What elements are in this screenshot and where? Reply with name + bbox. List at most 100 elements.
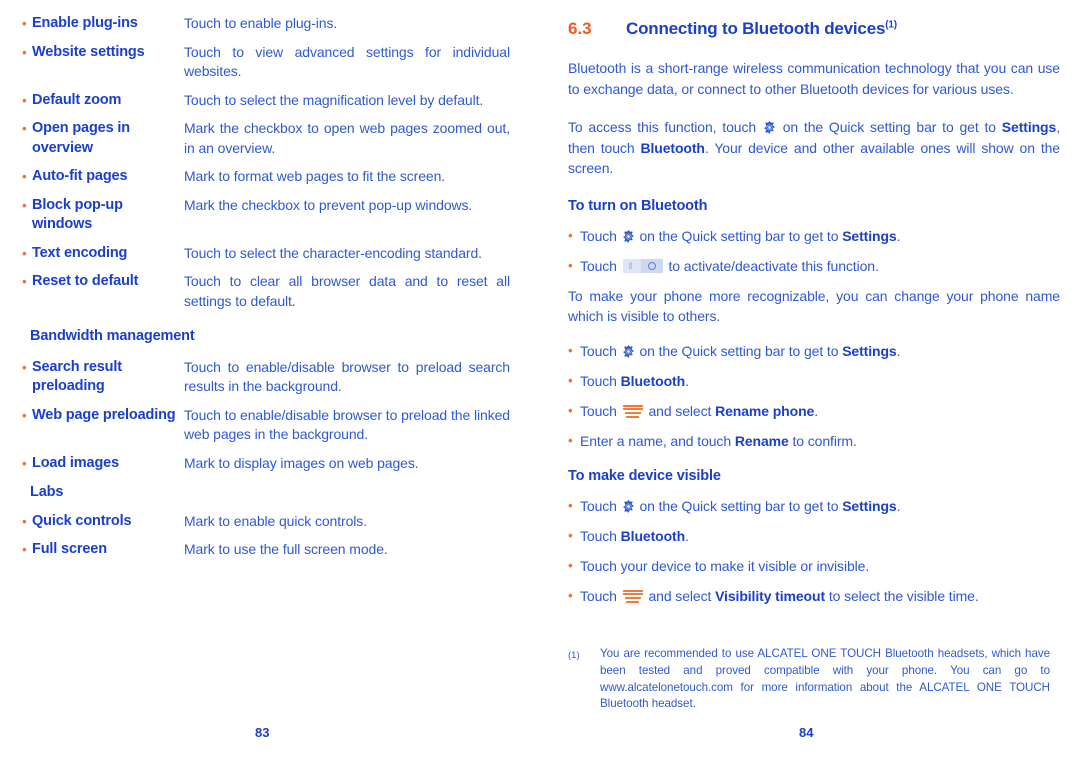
footnote-text: You are recommended to use ALCATEL ONE T… (600, 647, 1050, 711)
bullet-icon: • (22, 542, 27, 557)
step-text: Touch on the Quick setting bar to get to… (580, 342, 901, 359)
bullet-icon: • (22, 513, 27, 529)
left-page: • Enable plug-ins Touch to enable plug-ins… (0, 0, 540, 767)
toggle-switch-icon[interactable]: ‖ (622, 258, 663, 273)
bandwidth-management-list: • Search result preloading Touch to enable… (22, 358, 510, 474)
step-emphasis: Visibility timeout (715, 587, 826, 604)
setting-name[interactable]: Enable plug-ins (32, 14, 184, 34)
bullet-icon: • (22, 169, 27, 184)
bullet-icon: • (22, 197, 27, 213)
bullet-icon: • (22, 121, 27, 136)
bullet-icon: • (568, 587, 573, 603)
setting-description: Touch to enable/disable browser to prelo… (184, 406, 510, 443)
step-text: Touch on the Quick setting bar to get to… (580, 227, 901, 244)
settings-row: • Text encoding Touch to select the charac… (22, 244, 510, 264)
labs-list: • Quick controls Mark to enable quick cont… (22, 512, 510, 560)
bullet-icon: • (568, 402, 573, 418)
settings-row: • Default zoom Touch to select the magnifi… (22, 91, 510, 111)
step-item: • Touch on the Quick setting bar to get t… (568, 496, 1060, 516)
make-device-visible-steps: • Touch on the Quick setting bar to get t… (568, 496, 1060, 606)
footnote-marker: (1) (568, 650, 580, 661)
gear-icon (621, 229, 636, 244)
bullet-icon: • (22, 407, 27, 423)
step-item: • Touch Bluetooth. (568, 371, 1060, 391)
settings-row: • Block pop-up windows Mark the checkbox t… (22, 196, 510, 235)
setting-description: Mark to display images on web pages. (184, 454, 419, 471)
setting-description: Touch to select the character-encoding s… (184, 244, 482, 261)
settings-row: • Full screen Mark to use the full screen … (22, 540, 510, 560)
setting-name[interactable]: Full screen (32, 540, 184, 560)
bullet-icon: • (22, 245, 27, 261)
browser-settings-list: • Enable plug-ins Touch to enable plug-ins… (22, 14, 510, 311)
setting-name[interactable]: Web page preloading (32, 406, 184, 426)
setting-name[interactable]: Website settings (32, 43, 184, 63)
menu-icon[interactable] (622, 404, 643, 419)
step-item: • Touch Bluetooth. (568, 526, 1060, 546)
step-emphasis: Settings (842, 227, 897, 244)
bullet-icon: • (22, 44, 27, 60)
setting-name[interactable]: Reset to default (32, 272, 184, 292)
setting-name[interactable]: Load images (32, 454, 184, 474)
settings-row: • Quick controls Mark to enable quick cont… (22, 512, 510, 532)
step-text: Enter a name, and touch Rename to confir… (580, 432, 857, 449)
chapter-number: 6.3 (568, 19, 592, 38)
step-emphasis: Settings (842, 497, 897, 514)
step-emphasis: Bluetooth (620, 372, 686, 389)
setting-description: Mark to format web pages to fit the scre… (184, 168, 446, 184)
setting-name[interactable]: Block pop-up windows (32, 196, 184, 235)
bullet-icon: • (568, 432, 573, 448)
bullet-icon: • (22, 455, 27, 471)
gear-icon (621, 344, 636, 359)
step-text: Touch and select Rename phone. (580, 402, 819, 419)
step-item: • Touch your device to make it visible or… (568, 556, 1060, 576)
setting-description: Touch to select the magnification level … (184, 91, 484, 108)
bullet-icon: • (568, 227, 573, 243)
chapter-heading: 6.3 Connecting to Bluetooth devices(1) (568, 19, 1060, 39)
setting-name[interactable]: Text encoding (32, 244, 184, 264)
step-item: • Touch ‖ to activate/deactivate this fun… (568, 256, 1060, 276)
step-item: • Touch on the Quick setting bar to get t… (568, 341, 1060, 361)
setting-description: Mark to use the full screen mode. (184, 541, 388, 557)
step-item: • Touch on the Quick setting bar to get t… (568, 226, 1060, 246)
step-item: • Touch and select Visibility timeout to … (568, 586, 1060, 606)
step-emphasis: Bluetooth (620, 527, 686, 544)
step-emphasis: Settings (842, 342, 897, 359)
bullet-icon: • (568, 372, 573, 388)
setting-name[interactable]: Open pages in overview (32, 119, 184, 158)
setting-name[interactable]: Default zoom (32, 91, 184, 111)
bullet-icon: • (22, 274, 27, 289)
paragraph-text: on the Quick setting bar to get to (776, 119, 1002, 135)
labs-heading: Labs (30, 484, 64, 500)
bullet-icon: • (568, 497, 573, 513)
turn-on-bluetooth-heading: To turn on Bluetooth (568, 197, 708, 214)
step-text: Touch Bluetooth. (580, 527, 689, 544)
setting-name[interactable]: Auto-fit pages (32, 167, 184, 187)
settings-row: • Web page preloading Touch to enable/disa… (22, 406, 510, 445)
bandwidth-management-heading: Bandwidth management (30, 328, 195, 344)
turn-on-bluetooth-steps: • Touch on the Quick setting bar to get t… (568, 226, 1060, 276)
setting-description: Touch to enable/disable browser to prelo… (184, 358, 510, 395)
step-item: • Enter a name, and touch Rename to confi… (568, 431, 1060, 451)
paragraph-text: To access this function, touch (568, 119, 762, 135)
step-text: Touch and select Visibility timeout to s… (580, 587, 979, 604)
settings-row: • Search result preloading Touch to enable… (22, 358, 510, 397)
bluetooth-access-paragraph: To access this function, touch on the Qu… (568, 117, 1060, 179)
setting-description: Mark the checkbox to prevent pop-up wind… (184, 196, 473, 213)
settings-row: • Enable plug-ins Touch to enable plug-ins… (22, 14, 510, 34)
setting-description: Mark the checkbox to open web pages zoom… (184, 120, 510, 156)
setting-name[interactable]: Quick controls (32, 512, 184, 532)
setting-name[interactable]: Search result preloading (32, 358, 184, 397)
gear-icon (762, 120, 777, 135)
step-item: • Touch and select Rename phone. (568, 401, 1060, 421)
chapter-footnote-marker: (1) (885, 19, 897, 31)
step-text: Touch on the Quick setting bar to get to… (580, 497, 901, 514)
menu-icon[interactable] (622, 589, 643, 604)
page-number-left: 83 (255, 725, 270, 740)
settings-row: • Open pages in overview Mark the checkbox… (22, 119, 510, 158)
settings-row: • Load images Mark to display images on we… (22, 454, 510, 474)
footnote: (1) You are recommended to use ALCATEL O… (568, 646, 1050, 713)
rename-phone-paragraph: To make your phone more recognizable, yo… (568, 287, 1060, 325)
bullet-icon: • (568, 527, 573, 543)
settings-reference: Settings (1001, 119, 1057, 135)
setting-description: Touch to view advanced settings for indi… (184, 43, 510, 80)
